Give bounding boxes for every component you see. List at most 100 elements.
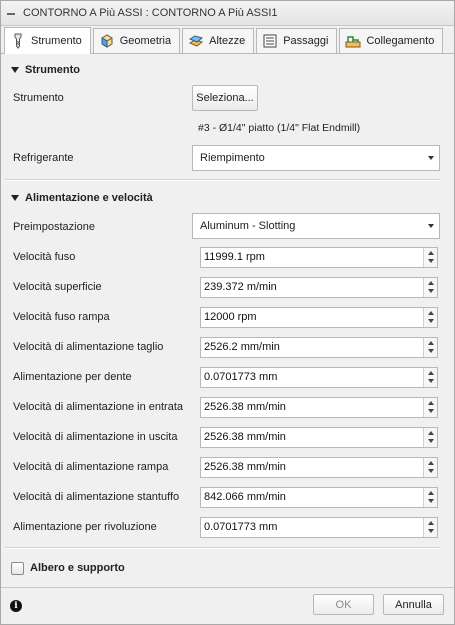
feed-per-revolution-input[interactable]: 0.0701773 mm (200, 516, 438, 538)
tab-bar: Strumento Geometria Altezze Passaggi Col… (1, 26, 454, 54)
feed-field-row: Velocità di alimentazione in uscita 2526… (1, 422, 454, 452)
spinner-arrows[interactable] (423, 367, 437, 387)
section-holder-header[interactable]: Albero e supporto (1, 555, 454, 581)
feed-per-tooth-input[interactable]: 0.0701773 mm (200, 366, 438, 388)
field-label: Velocità fuso rampa (13, 311, 110, 323)
spinner-arrows[interactable] (423, 427, 437, 447)
preset-row: Preimpostazione Aluminum - Slotting (1, 211, 454, 242)
collapse-triangle-icon[interactable] (11, 195, 19, 201)
dialog-footer: i OK Annulla (1, 587, 454, 624)
tab-altezze[interactable]: Altezze (182, 28, 255, 53)
field-value: 2526.38 mm/min (204, 400, 286, 413)
spin-up-icon[interactable] (428, 370, 434, 375)
coolant-select[interactable]: Riempimento (192, 145, 440, 171)
feed-field-row: Velocità di alimentazione taglio 2526.2 … (1, 332, 454, 362)
tab-geometria[interactable]: Geometria (92, 28, 181, 53)
tab-label: Strumento (31, 35, 82, 47)
spinner-arrows[interactable] (423, 487, 437, 507)
chevron-down-icon (428, 156, 434, 160)
spin-down-icon[interactable] (428, 348, 434, 353)
feed-field-row: Velocità di alimentazione stantuffo 842.… (1, 482, 454, 512)
spin-up-icon[interactable] (428, 340, 434, 345)
tab-collegamento[interactable]: Collegamento (339, 28, 444, 53)
tab-label: Altezze (209, 35, 246, 47)
surface-speed-input[interactable]: 239.372 m/min (200, 276, 438, 298)
spin-down-icon[interactable] (428, 318, 434, 323)
spinner-arrows[interactable] (423, 517, 437, 537)
spinner-arrows[interactable] (423, 247, 437, 267)
section-divider (5, 547, 440, 549)
coolant-value: Riempimento (200, 152, 265, 164)
field-value: 239.372 m/min (204, 280, 277, 293)
spin-down-icon[interactable] (428, 498, 434, 503)
tab-strumento[interactable]: Strumento (4, 27, 91, 54)
spin-up-icon[interactable] (428, 400, 434, 405)
field-value: 12000 rpm (204, 310, 257, 323)
info-icon[interactable]: i (10, 600, 22, 612)
spin-down-icon[interactable] (428, 288, 434, 293)
field-label: Velocità di alimentazione taglio (13, 341, 164, 353)
field-label: Velocità di alimentazione rampa (13, 461, 169, 473)
select-tool-button[interactable]: Seleziona... (192, 85, 258, 111)
spin-down-icon[interactable] (428, 408, 434, 413)
tool-description: #3 - Ø1/4" piatto (1/4" Flat Endmill) (198, 122, 361, 134)
spin-up-icon[interactable] (428, 490, 434, 495)
spin-up-icon[interactable] (428, 460, 434, 465)
spin-down-icon[interactable] (428, 468, 434, 473)
feed-field-row: Velocità di alimentazione rampa 2526.38 … (1, 452, 454, 482)
passes-icon (263, 34, 277, 48)
field-value: 11999.1 rpm (204, 250, 265, 263)
ok-button[interactable]: OK (313, 594, 374, 615)
plunge-feedrate-input[interactable]: 842.066 mm/min (200, 486, 438, 508)
spinner-arrows[interactable] (423, 307, 437, 327)
ramp-spindle-speed-input[interactable]: 12000 rpm (200, 306, 438, 328)
feed-field-row: Velocità fuso rampa 12000 rpm (1, 302, 454, 332)
holder-checkbox[interactable] (11, 561, 24, 575)
field-value: 0.0701773 mm (204, 520, 278, 533)
spin-up-icon[interactable] (428, 520, 434, 525)
field-value: 2526.38 mm/min (204, 430, 286, 443)
feed-fields: Velocità fuso 11999.1 rpm Velocità super… (1, 242, 454, 542)
spin-down-icon[interactable] (428, 258, 434, 263)
field-label: Alimentazione per rivoluzione (13, 521, 157, 533)
spin-down-icon[interactable] (428, 438, 434, 443)
spin-up-icon[interactable] (428, 280, 434, 285)
spin-up-icon[interactable] (428, 250, 434, 255)
section-title: Strumento (25, 64, 80, 76)
tool-tab-icon (14, 33, 22, 49)
spin-down-icon[interactable] (428, 528, 434, 533)
field-label: Alimentazione per dente (13, 371, 132, 383)
section-strumento-header[interactable]: Strumento (1, 57, 454, 83)
spinner-arrows[interactable] (423, 337, 437, 357)
window-title: CONTORNO A Più ASSI : CONTORNO A Più ASS… (23, 7, 278, 19)
preset-value: Aluminum - Slotting (200, 220, 296, 232)
chevron-down-icon (428, 224, 434, 228)
collapse-dash-icon[interactable] (7, 12, 15, 15)
ramp-feedrate-input[interactable]: 2526.38 mm/min (200, 456, 438, 478)
spin-down-icon[interactable] (428, 378, 434, 383)
feed-field-row: Velocità fuso 11999.1 rpm (1, 242, 454, 272)
spindle-speed-input[interactable]: 11999.1 rpm (200, 246, 438, 268)
cancel-button[interactable]: Annulla (383, 594, 444, 615)
tool-label: Strumento (13, 92, 64, 104)
spinner-arrows[interactable] (423, 457, 437, 477)
lead-in-feedrate-input[interactable]: 2526.38 mm/min (200, 396, 438, 418)
spin-up-icon[interactable] (428, 310, 434, 315)
coolant-row: Refrigerante Riempimento (1, 143, 454, 173)
spinner-arrows[interactable] (423, 397, 437, 417)
tab-passaggi[interactable]: Passaggi (256, 28, 338, 53)
spin-up-icon[interactable] (428, 430, 434, 435)
field-label: Velocità di alimentazione in entrata (13, 401, 183, 413)
cutting-feedrate-input[interactable]: 2526.2 mm/min (200, 336, 438, 358)
title-bar[interactable]: CONTORNO A Più ASSI : CONTORNO A Più ASS… (1, 1, 454, 26)
tab-label: Geometria (119, 35, 172, 47)
lead-out-feedrate-input[interactable]: 2526.38 mm/min (200, 426, 438, 448)
operation-dialog: CONTORNO A Più ASSI : CONTORNO A Più ASS… (0, 0, 455, 625)
feed-field-row: Velocità superficie 239.372 m/min (1, 272, 454, 302)
field-label: Velocità fuso (13, 251, 76, 263)
tab-label: Passaggi (283, 35, 329, 47)
preset-select[interactable]: Aluminum - Slotting (192, 213, 440, 239)
spinner-arrows[interactable] (423, 277, 437, 297)
section-feed-header[interactable]: Alimentazione e velocità (1, 185, 454, 211)
collapse-triangle-icon[interactable] (11, 67, 19, 73)
